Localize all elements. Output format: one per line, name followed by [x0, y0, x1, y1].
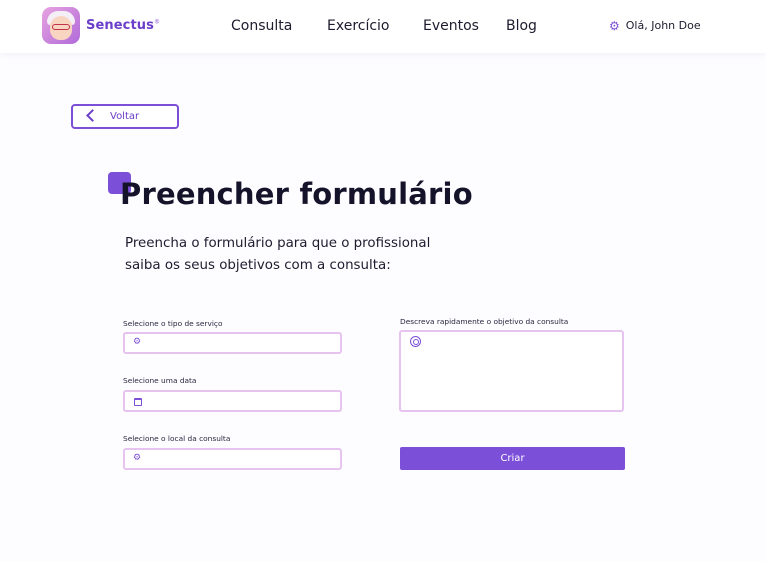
objective-textarea[interactable]	[399, 330, 624, 412]
nav-consulta[interactable]: Consulta	[231, 18, 292, 34]
chevron-left-icon	[86, 109, 99, 122]
create-button[interactable]: Criar	[400, 447, 625, 470]
target-icon	[410, 336, 421, 347]
gear-icon: ⚙	[133, 453, 142, 463]
registered-mark: ®	[153, 18, 161, 26]
date-label: Selecione uma data	[123, 376, 197, 385]
page-intro: Preencha o formulário para que o profiss…	[125, 236, 431, 273]
gear-icon: ⚙	[133, 337, 142, 347]
service-select[interactable]: ⚙	[123, 332, 342, 354]
nav-exercicio[interactable]: Exercício	[327, 18, 390, 34]
location-label: Selecione o local da consulta	[123, 434, 231, 443]
service-label: Selecione o tipo de serviço	[123, 319, 223, 328]
logo-grandma-icon	[42, 7, 80, 44]
back-button[interactable]: Voltar	[71, 104, 179, 129]
page-title: Preencher formulário	[120, 177, 473, 211]
location-select[interactable]: ⚙	[123, 448, 342, 470]
nav-blog[interactable]: Blog	[506, 18, 537, 34]
gear-icon: ⚙	[609, 18, 620, 33]
objective-label: Descreva rapidamente o objetivo da consu…	[400, 317, 569, 326]
back-button-label: Voltar	[110, 111, 140, 122]
calendar-icon	[134, 398, 142, 406]
user-greeting: Olá, John Doe	[625, 19, 701, 32]
nav-eventos[interactable]: Eventos	[423, 18, 479, 34]
top-navbar: Senectus® Consulta Exercício Eventos Blo…	[0, 0, 766, 53]
brand-name: Senectus®	[86, 18, 161, 33]
brand-logo[interactable]: Senectus®	[42, 7, 160, 44]
date-select[interactable]	[123, 390, 342, 412]
user-menu[interactable]: ⚙ Olá, John Doe	[609, 19, 701, 32]
